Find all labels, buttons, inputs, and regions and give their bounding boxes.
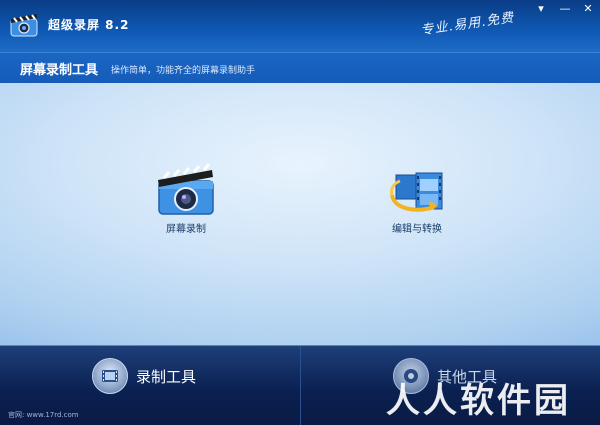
edit-convert-tool[interactable]: 编辑与转换 (372, 169, 462, 235)
app-logo-icon (10, 14, 38, 37)
tool-panel: 屏幕录制 编辑与转换 (0, 83, 600, 345)
app-title: 超级录屏 8.2 (48, 18, 130, 32)
screen-record-label: 屏幕录制 (166, 224, 206, 235)
close-button[interactable]: ✕ (579, 2, 597, 16)
website-link[interactable]: 官网: www.17rd.com (8, 410, 79, 420)
tab-record-label: 录制工具 (136, 368, 197, 386)
minimize-button[interactable]: — (556, 2, 574, 16)
section-title: 屏幕录制工具 (20, 63, 99, 78)
section-description: 操作简单，功能齐全的屏幕录制助手 (111, 66, 256, 76)
edit-convert-label: 编辑与转换 (392, 224, 442, 235)
tab-record-tools[interactable]: 录制工具 (0, 346, 300, 406)
menu-button[interactable]: ▾ (532, 2, 550, 16)
watermark: 人人软件园 (386, 381, 571, 421)
film-icon (92, 358, 128, 394)
slogan: 专业.易用.免费 (419, 10, 516, 39)
section-header: 屏幕录制工具 操作简单，功能齐全的屏幕录制助手 (0, 52, 600, 84)
film-strip-convert-icon (390, 172, 443, 212)
screen-record-tool[interactable]: 屏幕录制 (141, 163, 231, 235)
bottom-tab-bar: 录制工具 其他工具 官网: www.17rd.com 人人软件园 (0, 345, 600, 425)
clapperboard-camera-icon (158, 163, 214, 215)
app-window: 超级录屏 8.2 专业.易用.免费 ▾ — ✕ 屏幕录制工具 操作简单，功能齐全… (0, 0, 600, 425)
title-bar[interactable]: 超级录屏 8.2 专业.易用.免费 ▾ — ✕ (0, 0, 600, 52)
